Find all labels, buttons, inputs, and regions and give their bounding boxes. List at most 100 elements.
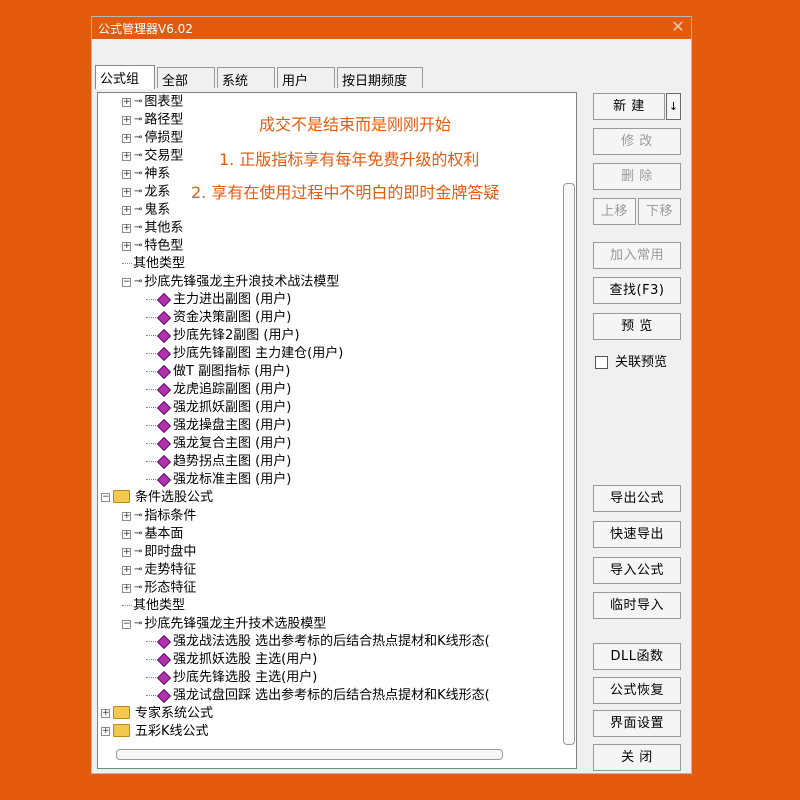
tree-item[interactable]: − ⊸ 抄底先锋强龙主升技术选股模型 xyxy=(122,615,326,633)
collapse-icon[interactable]: − xyxy=(122,277,131,287)
tree-item[interactable]: − ⊸ 抄底先锋强龙主升浪技术战法模型 xyxy=(122,273,339,291)
tree-item[interactable]: + ⊸ 走势特征 xyxy=(122,561,196,579)
tree-item[interactable]: 强龙复合主图 (用户) xyxy=(146,435,291,453)
horizontal-scrollbar[interactable] xyxy=(116,749,503,760)
expand-icon[interactable]: + xyxy=(122,583,131,593)
tree-item[interactable]: 强龙标准主图 (用户) xyxy=(146,471,291,489)
tree-item[interactable]: 抄底先锋选股 主选(用户) xyxy=(146,669,317,687)
expand-icon[interactable]: + xyxy=(122,115,131,125)
expand-icon[interactable]: + xyxy=(122,169,131,179)
export-formula-button[interactable]: 导出公式 xyxy=(593,485,681,512)
tree-item[interactable]: 抄底先锋副图 主力建仓(用户) xyxy=(146,345,343,363)
quick-export-button[interactable]: 快速导出 xyxy=(593,521,681,548)
formula-gem-icon xyxy=(156,472,172,487)
tree-item[interactable]: 强龙抓妖副图 (用户) xyxy=(146,399,291,417)
modify-button[interactable]: 修 改 xyxy=(593,128,681,155)
tab-user[interactable]: 用户 xyxy=(277,67,335,89)
expand-icon[interactable]: + xyxy=(122,187,131,197)
tab-by-date-frequency[interactable]: 按日期频度 xyxy=(337,67,423,89)
assoc-preview-checkbox[interactable]: 关联预览 xyxy=(595,351,667,370)
tree-item[interactable]: 抄底先锋2副图 (用户) xyxy=(146,327,300,345)
collapse-icon[interactable]: − xyxy=(122,619,131,629)
tree-item[interactable]: + ⊸ 其他系 xyxy=(122,219,183,237)
new-button[interactable]: 新 建 xyxy=(593,93,665,120)
close-icon[interactable]: ✕ xyxy=(669,17,687,37)
tree-item[interactable]: + ⊸ 基本面 xyxy=(122,525,183,543)
tree-item[interactable]: 做T 副图指标 (用户) xyxy=(146,363,290,381)
tab-all[interactable]: 全部 xyxy=(157,67,215,89)
tree-item[interactable]: 其他类型 xyxy=(122,255,185,273)
add-common-button[interactable]: 加入常用 xyxy=(593,242,681,269)
tree-item-label: 强龙复合主图 (用户) xyxy=(173,436,292,451)
tree-item-label: 停损型 xyxy=(144,130,184,146)
expand-icon[interactable]: + xyxy=(122,241,131,251)
formula-restore-button[interactable]: 公式恢复 xyxy=(593,677,681,704)
tab-formula-group[interactable]: 公式组 xyxy=(95,65,155,89)
expand-icon[interactable]: + xyxy=(122,97,131,107)
tree-item[interactable]: 强龙战法选股 选出参考标的后结合热点提材和K线形态( xyxy=(146,633,490,651)
tree-item-label: 抄底先锋副图 主力建仓(用户) xyxy=(173,346,344,361)
checkbox-box[interactable] xyxy=(595,356,608,369)
tree-item[interactable]: + 专家系统公式 xyxy=(101,705,213,723)
new-dropdown-arrow[interactable]: ↓ xyxy=(666,93,681,120)
formula-gem-icon xyxy=(156,670,172,685)
tree-item[interactable]: + ⊸ 即时盘中 xyxy=(122,543,196,561)
tree-item[interactable]: 强龙操盘主图 (用户) xyxy=(146,417,291,435)
collapse-icon[interactable]: − xyxy=(101,493,110,502)
tree-item[interactable]: 资金决策副图 (用户) xyxy=(146,309,291,327)
tree-item-label: 做T 副图指标 (用户) xyxy=(173,364,291,379)
formula-gem-icon xyxy=(156,634,172,649)
tree-item[interactable]: + ⊸ 形态特征 xyxy=(122,579,196,597)
expand-icon[interactable]: + xyxy=(101,709,110,718)
close-button[interactable]: 关 闭 xyxy=(593,744,681,771)
tree-item[interactable]: + ⊸ 停损型 xyxy=(122,129,183,147)
move-down-button[interactable]: 下移 xyxy=(638,198,681,225)
dll-function-button[interactable]: DLL函数 xyxy=(593,643,681,670)
expand-icon[interactable]: + xyxy=(122,529,131,539)
tab-system[interactable]: 系统 xyxy=(217,67,275,89)
key-icon: ⊸ xyxy=(134,618,143,629)
expand-icon[interactable]: + xyxy=(122,133,131,143)
tree-item[interactable]: + 五彩K线公式 xyxy=(101,723,209,741)
tree-connector xyxy=(146,461,156,462)
move-up-button[interactable]: 上移 xyxy=(593,198,636,225)
tree-item[interactable]: + ⊸ 鬼系 xyxy=(122,201,170,219)
expand-icon[interactable]: + xyxy=(122,205,131,215)
formula-gem-icon xyxy=(156,346,172,361)
import-formula-button[interactable]: 导入公式 xyxy=(593,557,681,584)
key-icon: ⊸ xyxy=(134,528,143,539)
preview-button[interactable]: 预 览 xyxy=(593,313,681,340)
tree-item[interactable]: + ⊸ 路径型 xyxy=(122,111,183,129)
tree-item-label: 交易型 xyxy=(144,148,184,164)
temp-import-button[interactable]: 临时导入 xyxy=(593,592,681,619)
tree-item[interactable]: + ⊸ 特色型 xyxy=(122,237,183,255)
tree-item[interactable]: + ⊸ 交易型 xyxy=(122,147,183,165)
tree-item-label: 形态特征 xyxy=(144,580,197,596)
expand-icon[interactable]: + xyxy=(122,547,131,557)
promo-note-1: 成交不是结束而是刚刚开始 xyxy=(259,115,452,134)
vertical-scrollbar[interactable] xyxy=(563,183,575,745)
expand-icon[interactable]: + xyxy=(122,151,131,161)
tree-item[interactable]: 强龙试盘回踩 选出参考标的后结合热点提材和K线形态( xyxy=(146,687,490,705)
tree-item[interactable]: 趋势拐点主图 (用户) xyxy=(146,453,291,471)
tree-item[interactable]: 主力进出副图 (用户) xyxy=(146,291,291,309)
tree-item[interactable]: 其他类型 xyxy=(122,597,185,615)
tree-item-label: 抄底先锋强龙主升浪技术战法模型 xyxy=(144,274,340,290)
tree-item-label: 抄底先锋强龙主升技术选股模型 xyxy=(144,616,327,632)
tree-item[interactable]: + ⊸ 图表型 xyxy=(122,93,183,111)
delete-button[interactable]: 删 除 xyxy=(593,163,681,190)
expand-icon[interactable]: + xyxy=(122,565,131,575)
ui-settings-button[interactable]: 界面设置 xyxy=(593,710,681,737)
expand-icon[interactable]: + xyxy=(101,727,110,736)
tree-item[interactable]: + ⊸ 龙系 xyxy=(122,183,170,201)
tree-item[interactable]: + ⊸ 指标条件 xyxy=(122,507,196,525)
tree-item[interactable]: + ⊸ 神系 xyxy=(122,165,170,183)
find-button[interactable]: 查找(F3) xyxy=(593,277,681,304)
formula-gem-icon xyxy=(156,382,172,397)
expand-icon[interactable]: + xyxy=(122,511,131,521)
tree-item-label: 趋势拐点主图 (用户) xyxy=(173,454,292,469)
tree-item[interactable]: 龙虎追踪副图 (用户) xyxy=(146,381,291,399)
expand-icon[interactable]: + xyxy=(122,223,131,233)
tree-item[interactable]: − 条件选股公式 xyxy=(101,489,213,507)
tree-item[interactable]: 强龙抓妖选股 主选(用户) xyxy=(146,651,317,669)
